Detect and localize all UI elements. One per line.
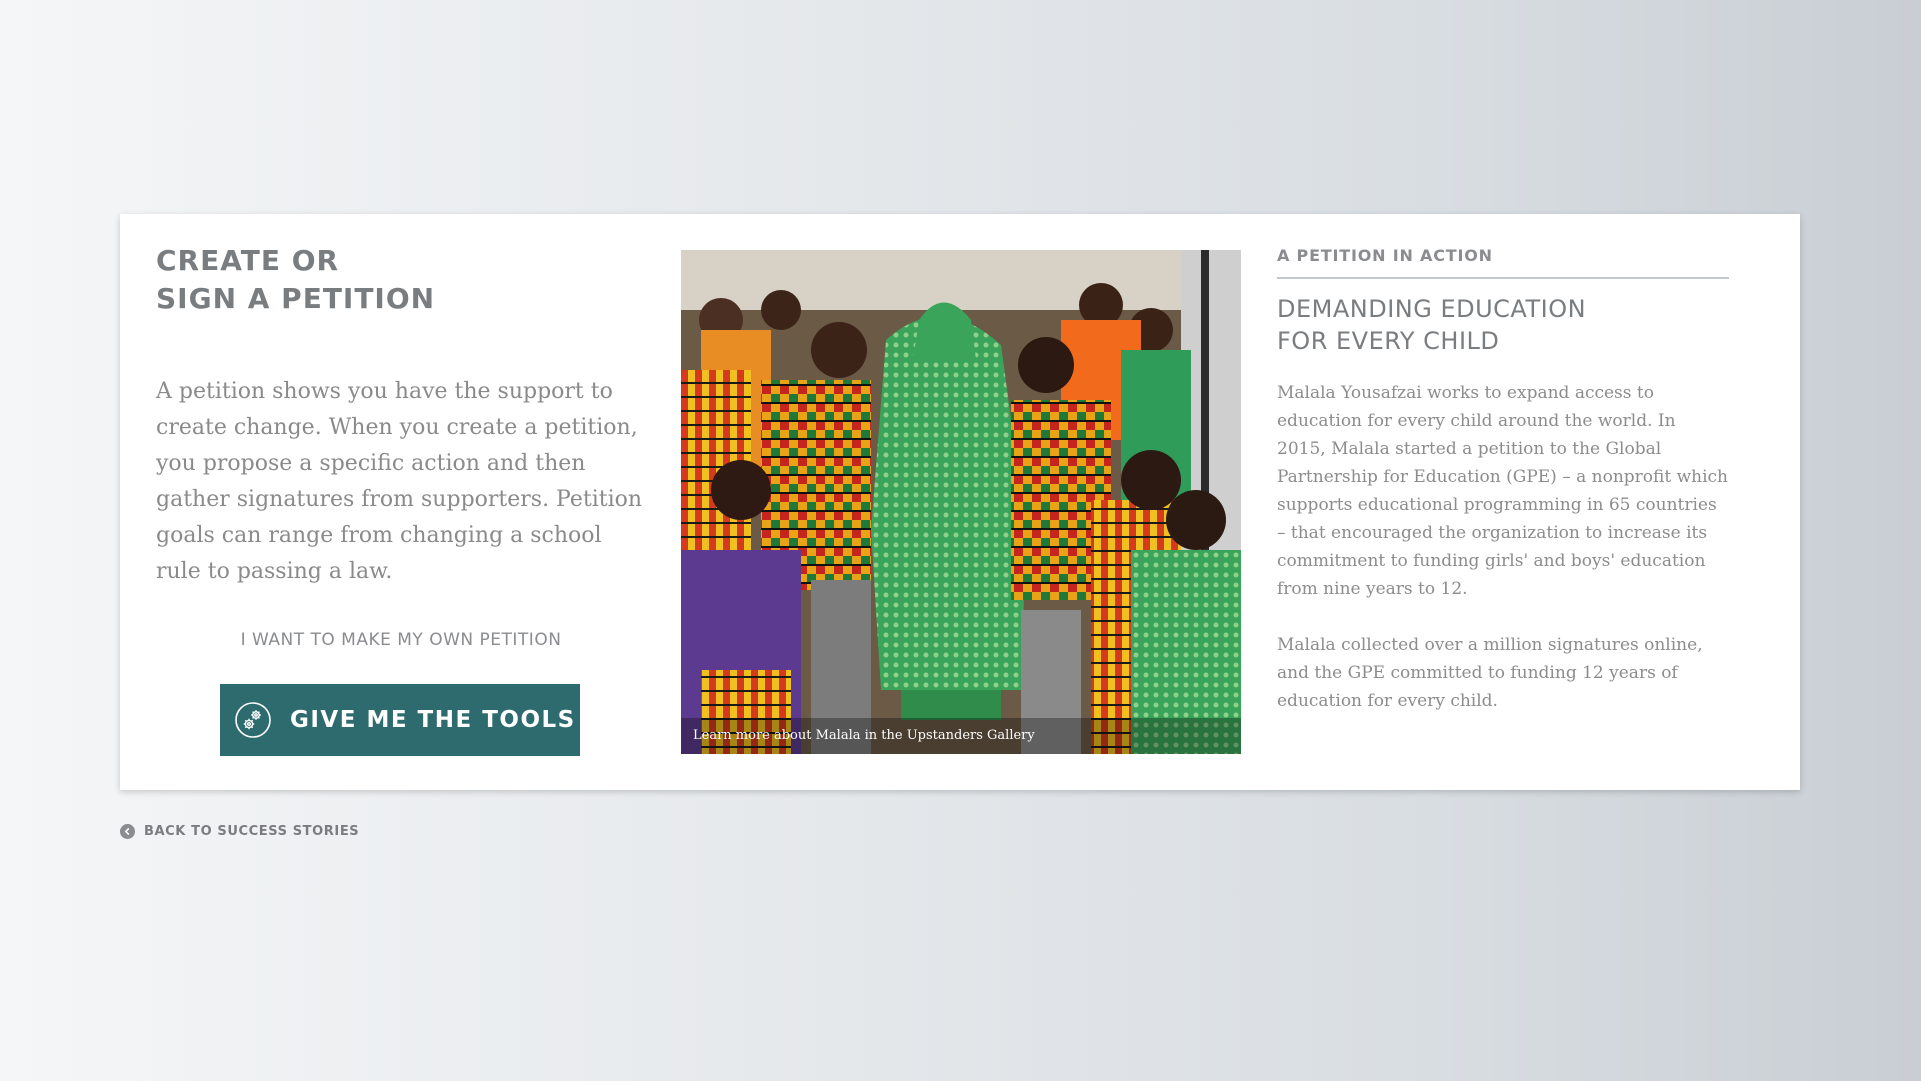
story-paragraph-2: Malala collected over a million signatur…	[1277, 635, 1703, 711]
story-heading-line1: DEMANDING EDUCATION	[1277, 295, 1587, 323]
petition-card: CREATE OR SIGN A PETITION A petition sho…	[120, 214, 1800, 790]
gear-icon	[235, 702, 271, 738]
story-heading-line2: FOR EVERY CHILD	[1277, 327, 1500, 355]
give-me-the-tools-button[interactable]: GIVE ME THE TOOLS	[220, 684, 580, 756]
section-title: CREATE OR SIGN A PETITION	[156, 242, 646, 318]
section-title-line2: SIGN A PETITION	[156, 282, 436, 315]
photo-caption-link[interactable]: Learn more about Malala in the Upstander…	[681, 718, 1241, 754]
petition-in-action-eyebrow: A PETITION IN ACTION	[1277, 246, 1729, 279]
photo-image	[681, 250, 1241, 754]
story-paragraph-1: Malala Yousafzai works to expand access …	[1277, 383, 1729, 599]
button-label: GIVE ME THE TOOLS	[290, 707, 576, 733]
story-heading: DEMANDING EDUCATION FOR EVERY CHILD	[1277, 293, 1737, 357]
intro-text: A petition shows you have the support to…	[156, 379, 643, 584]
cta-label: I WANT TO MAKE MY OWN PETITION	[240, 630, 562, 650]
chevron-left-icon	[120, 824, 135, 839]
back-link-label: BACK TO SUCCESS STORIES	[144, 824, 360, 839]
section-title-line1: CREATE OR	[156, 244, 340, 277]
petition-intro-column: CREATE OR SIGN A PETITION A petition sho…	[156, 242, 646, 590]
back-to-success-stories-link[interactable]: BACK TO SUCCESS STORIES	[120, 824, 359, 839]
petition-in-action-column: A PETITION IN ACTION DEMANDING EDUCATION…	[1277, 246, 1737, 715]
malala-photo[interactable]: Learn more about Malala in the Upstander…	[681, 250, 1241, 754]
